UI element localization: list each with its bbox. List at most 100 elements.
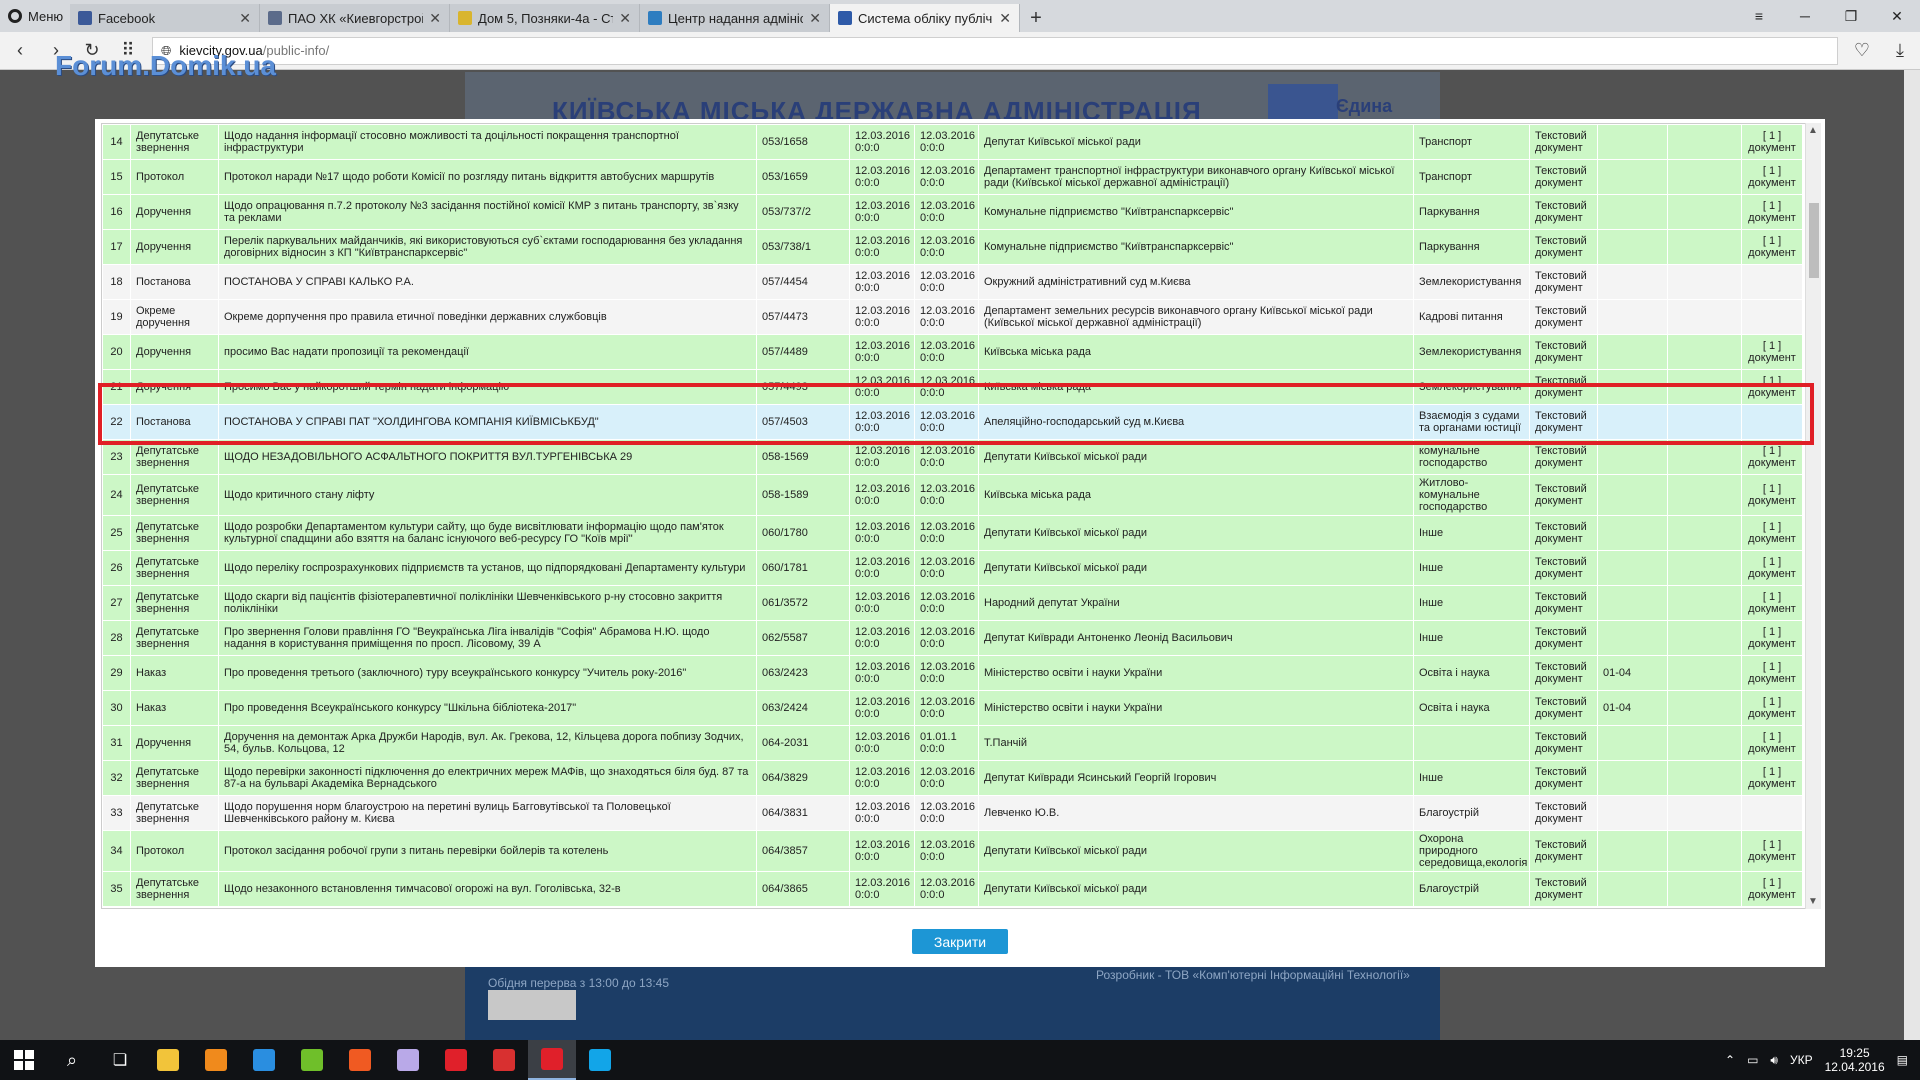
table-row[interactable]: 24 Депутатське звернення Щодо критичного с…	[102, 474, 1803, 516]
table-row[interactable]: 25 Депутатське звернення Щодо розробки Деп…	[102, 515, 1803, 551]
taskbar-app[interactable]	[432, 1040, 480, 1080]
task-view-icon[interactable]: ❏	[96, 1040, 144, 1080]
table-row[interactable]: 18 Постанова ПОСТАНОВА У СПРАВІ КАЛЬКО Р.А…	[102, 264, 1803, 300]
tab-close-icon[interactable]: ✕	[429, 10, 441, 27]
taskbar-app[interactable]	[528, 1040, 576, 1080]
table-row[interactable]: 16 Доручення Щодо опрацювання п.7.2 проток…	[102, 194, 1803, 230]
cell-att[interactable]: [ 1 ] документ	[1741, 369, 1803, 405]
scroll-up-arrow-icon[interactable]: ▲	[1808, 125, 1818, 136]
cell-d2: 12.03.2016 0:0:0	[914, 369, 979, 405]
table-row[interactable]: 26 Депутатське звернення Щодо переліку гос…	[102, 550, 1803, 586]
table-row[interactable]: 32 Депутатське звернення Щодо перевірки за…	[102, 760, 1803, 796]
cell-att[interactable]: [ 1 ] документ	[1741, 159, 1803, 195]
heart-icon[interactable]: ♡	[1850, 39, 1874, 63]
notifications-icon[interactable]: ▤	[1897, 1053, 1908, 1067]
browser-tab[interactable]: Дом 5, Позняки-4а - Стр ✕	[450, 4, 640, 32]
taskbar-app[interactable]	[336, 1040, 384, 1080]
cell-att[interactable]: [ 1 ] документ	[1741, 550, 1803, 586]
taskbar-app[interactable]	[192, 1040, 240, 1080]
cell-att[interactable]: [ 1 ] документ	[1741, 474, 1803, 516]
volume-icon[interactable]: 🔊︎	[1770, 1053, 1778, 1068]
cell-att[interactable]: [ 1 ] документ	[1741, 585, 1803, 621]
new-tab-button[interactable]: +	[1020, 4, 1052, 32]
cell-att[interactable]: [ 1 ] документ	[1741, 725, 1803, 761]
language-indicator[interactable]: УКР	[1790, 1053, 1813, 1067]
table-row[interactable]: 17 Доручення Перелік паркувальних майданчи…	[102, 229, 1803, 265]
close-modal-button[interactable]: Закрити	[912, 929, 1008, 954]
table-row[interactable]: 21 Доручення Просимо Вас у найкоротший тер…	[102, 369, 1803, 405]
table-row[interactable]: 20 Доручення просимо Вас надати пропозиції…	[102, 334, 1803, 370]
minimize-button[interactable]: ─	[1782, 0, 1828, 32]
table-row[interactable]: 14 Депутатське звернення Щодо надання інфо…	[102, 124, 1803, 160]
cell-title: Протокол наради №17 щодо роботи Комісії …	[218, 159, 757, 195]
scroll-thumb[interactable]	[1809, 203, 1819, 278]
tab-close-icon[interactable]: ✕	[999, 10, 1011, 27]
cell-att[interactable]	[1741, 795, 1803, 831]
cell-att[interactable]	[1741, 299, 1803, 335]
table-row[interactable]: 31 Доручення Доручення на демонтаж Арка Др…	[102, 725, 1803, 761]
browser-tab[interactable]: Facebook ✕	[70, 4, 260, 32]
scroll-down-arrow-icon[interactable]: ▼	[1808, 896, 1818, 907]
cell-att[interactable]: [ 1 ] документ	[1741, 334, 1803, 370]
table-row[interactable]: 22 Постанова ПОСТАНОВА У СПРАВІ ПАТ "ХОЛДИ…	[102, 404, 1803, 440]
table-scrollbar[interactable]: ▲ ▼	[1805, 123, 1821, 909]
cell-topic: Інше	[1413, 550, 1530, 586]
tray-expand-icon[interactable]: ⌃	[1725, 1053, 1735, 1067]
cell-att[interactable]: [ 1 ] документ	[1741, 229, 1803, 265]
cell-code	[1597, 585, 1668, 621]
taskbar-app[interactable]	[144, 1040, 192, 1080]
table-row[interactable]: 35 Депутатське звернення Щодо незаконного …	[102, 871, 1803, 907]
cell-att[interactable]: [ 1 ] документ	[1741, 690, 1803, 726]
url-field[interactable]: 🌐︎ kievcity.gov.ua/public-info/	[152, 36, 1838, 65]
cell-d2: 12.03.2016 0:0:0	[914, 620, 979, 656]
cell-d1: 12.03.2016 0:0:0	[849, 830, 915, 872]
tab-label: Дом 5, Позняки-4а - Стр	[478, 10, 614, 26]
cell-att[interactable]: [ 1 ] документ	[1741, 830, 1803, 872]
table-row[interactable]: 19 Окреме доручення Окреме дорпучення про …	[102, 299, 1803, 335]
table-row[interactable]: 15 Протокол Протокол наради №17 щодо робот…	[102, 159, 1803, 195]
close-window-button[interactable]: ✕	[1874, 0, 1920, 32]
tab-close-icon[interactable]: ✕	[619, 10, 631, 27]
cell-kind: Текстовий документ	[1529, 655, 1598, 691]
cell-att[interactable]: [ 1 ] документ	[1741, 871, 1803, 907]
cell-att[interactable]: [ 1 ] документ	[1741, 515, 1803, 551]
table-row[interactable]: 27 Депутатське звернення Щодо скарги від п…	[102, 585, 1803, 621]
maximize-button[interactable]: ❐	[1828, 0, 1874, 32]
taskbar-app[interactable]	[384, 1040, 432, 1080]
browser-menu-button[interactable]: Меню	[0, 0, 70, 32]
table-row[interactable]: 23 Депутатське звернення ЩОДО НЕЗАДОВІЛЬНО…	[102, 439, 1803, 475]
cell-att[interactable]: [ 1 ] документ	[1741, 655, 1803, 691]
table-row[interactable]: 33 Депутатське звернення Щодо порушення но…	[102, 795, 1803, 831]
cell-att[interactable]	[1741, 404, 1803, 440]
cell-att[interactable]: [ 1 ] документ	[1741, 760, 1803, 796]
taskbar-app[interactable]	[480, 1040, 528, 1080]
tab-close-icon[interactable]: ✕	[239, 10, 251, 27]
documents-table-container[interactable]: 14 Депутатське звернення Щодо надання інфо…	[101, 123, 1813, 909]
download-icon[interactable]: ⤓	[1888, 39, 1912, 63]
taskbar-app[interactable]	[576, 1040, 624, 1080]
tab-close-icon[interactable]: ✕	[809, 10, 821, 27]
cell-att[interactable]: [ 1 ] документ	[1741, 439, 1803, 475]
taskbar-app[interactable]	[288, 1040, 336, 1080]
table-row[interactable]: 30 Наказ Про проведення Всеукраїнського ко…	[102, 690, 1803, 726]
network-icon[interactable]: ▭	[1747, 1053, 1758, 1067]
back-button[interactable]: ‹	[8, 39, 32, 63]
table-row[interactable]: 29 Наказ Про проведення третього (заключно…	[102, 655, 1803, 691]
browser-tab[interactable]: Система обліку публічно ✕	[830, 4, 1020, 32]
clock[interactable]: 19:25 12.04.2016	[1825, 1046, 1885, 1074]
start-button[interactable]	[0, 1040, 48, 1080]
taskbar-app[interactable]	[240, 1040, 288, 1080]
search-icon[interactable]: ⌕	[48, 1040, 96, 1080]
cell-att[interactable]: [ 1 ] документ	[1741, 620, 1803, 656]
browser-tab[interactable]: ПАО ХК «Киевгорстрой» ✕	[260, 4, 450, 32]
cell-att[interactable]: [ 1 ] документ	[1741, 194, 1803, 230]
cell-topic: Благоустрій	[1413, 871, 1530, 907]
cell-reg: 064-2031	[756, 725, 850, 761]
table-row[interactable]: 34 Протокол Протокол засідання робочої гру…	[102, 830, 1803, 872]
tab-menu-icon[interactable]: ≡	[1736, 0, 1782, 32]
browser-tab[interactable]: Центр надання адмініст ✕	[640, 4, 830, 32]
cell-att[interactable]: [ 1 ] документ	[1741, 124, 1803, 160]
table-row[interactable]: 28 Депутатське звернення Про звернення Гол…	[102, 620, 1803, 656]
cell-att[interactable]	[1741, 264, 1803, 300]
page-scrollbar[interactable]	[1904, 70, 1920, 1040]
